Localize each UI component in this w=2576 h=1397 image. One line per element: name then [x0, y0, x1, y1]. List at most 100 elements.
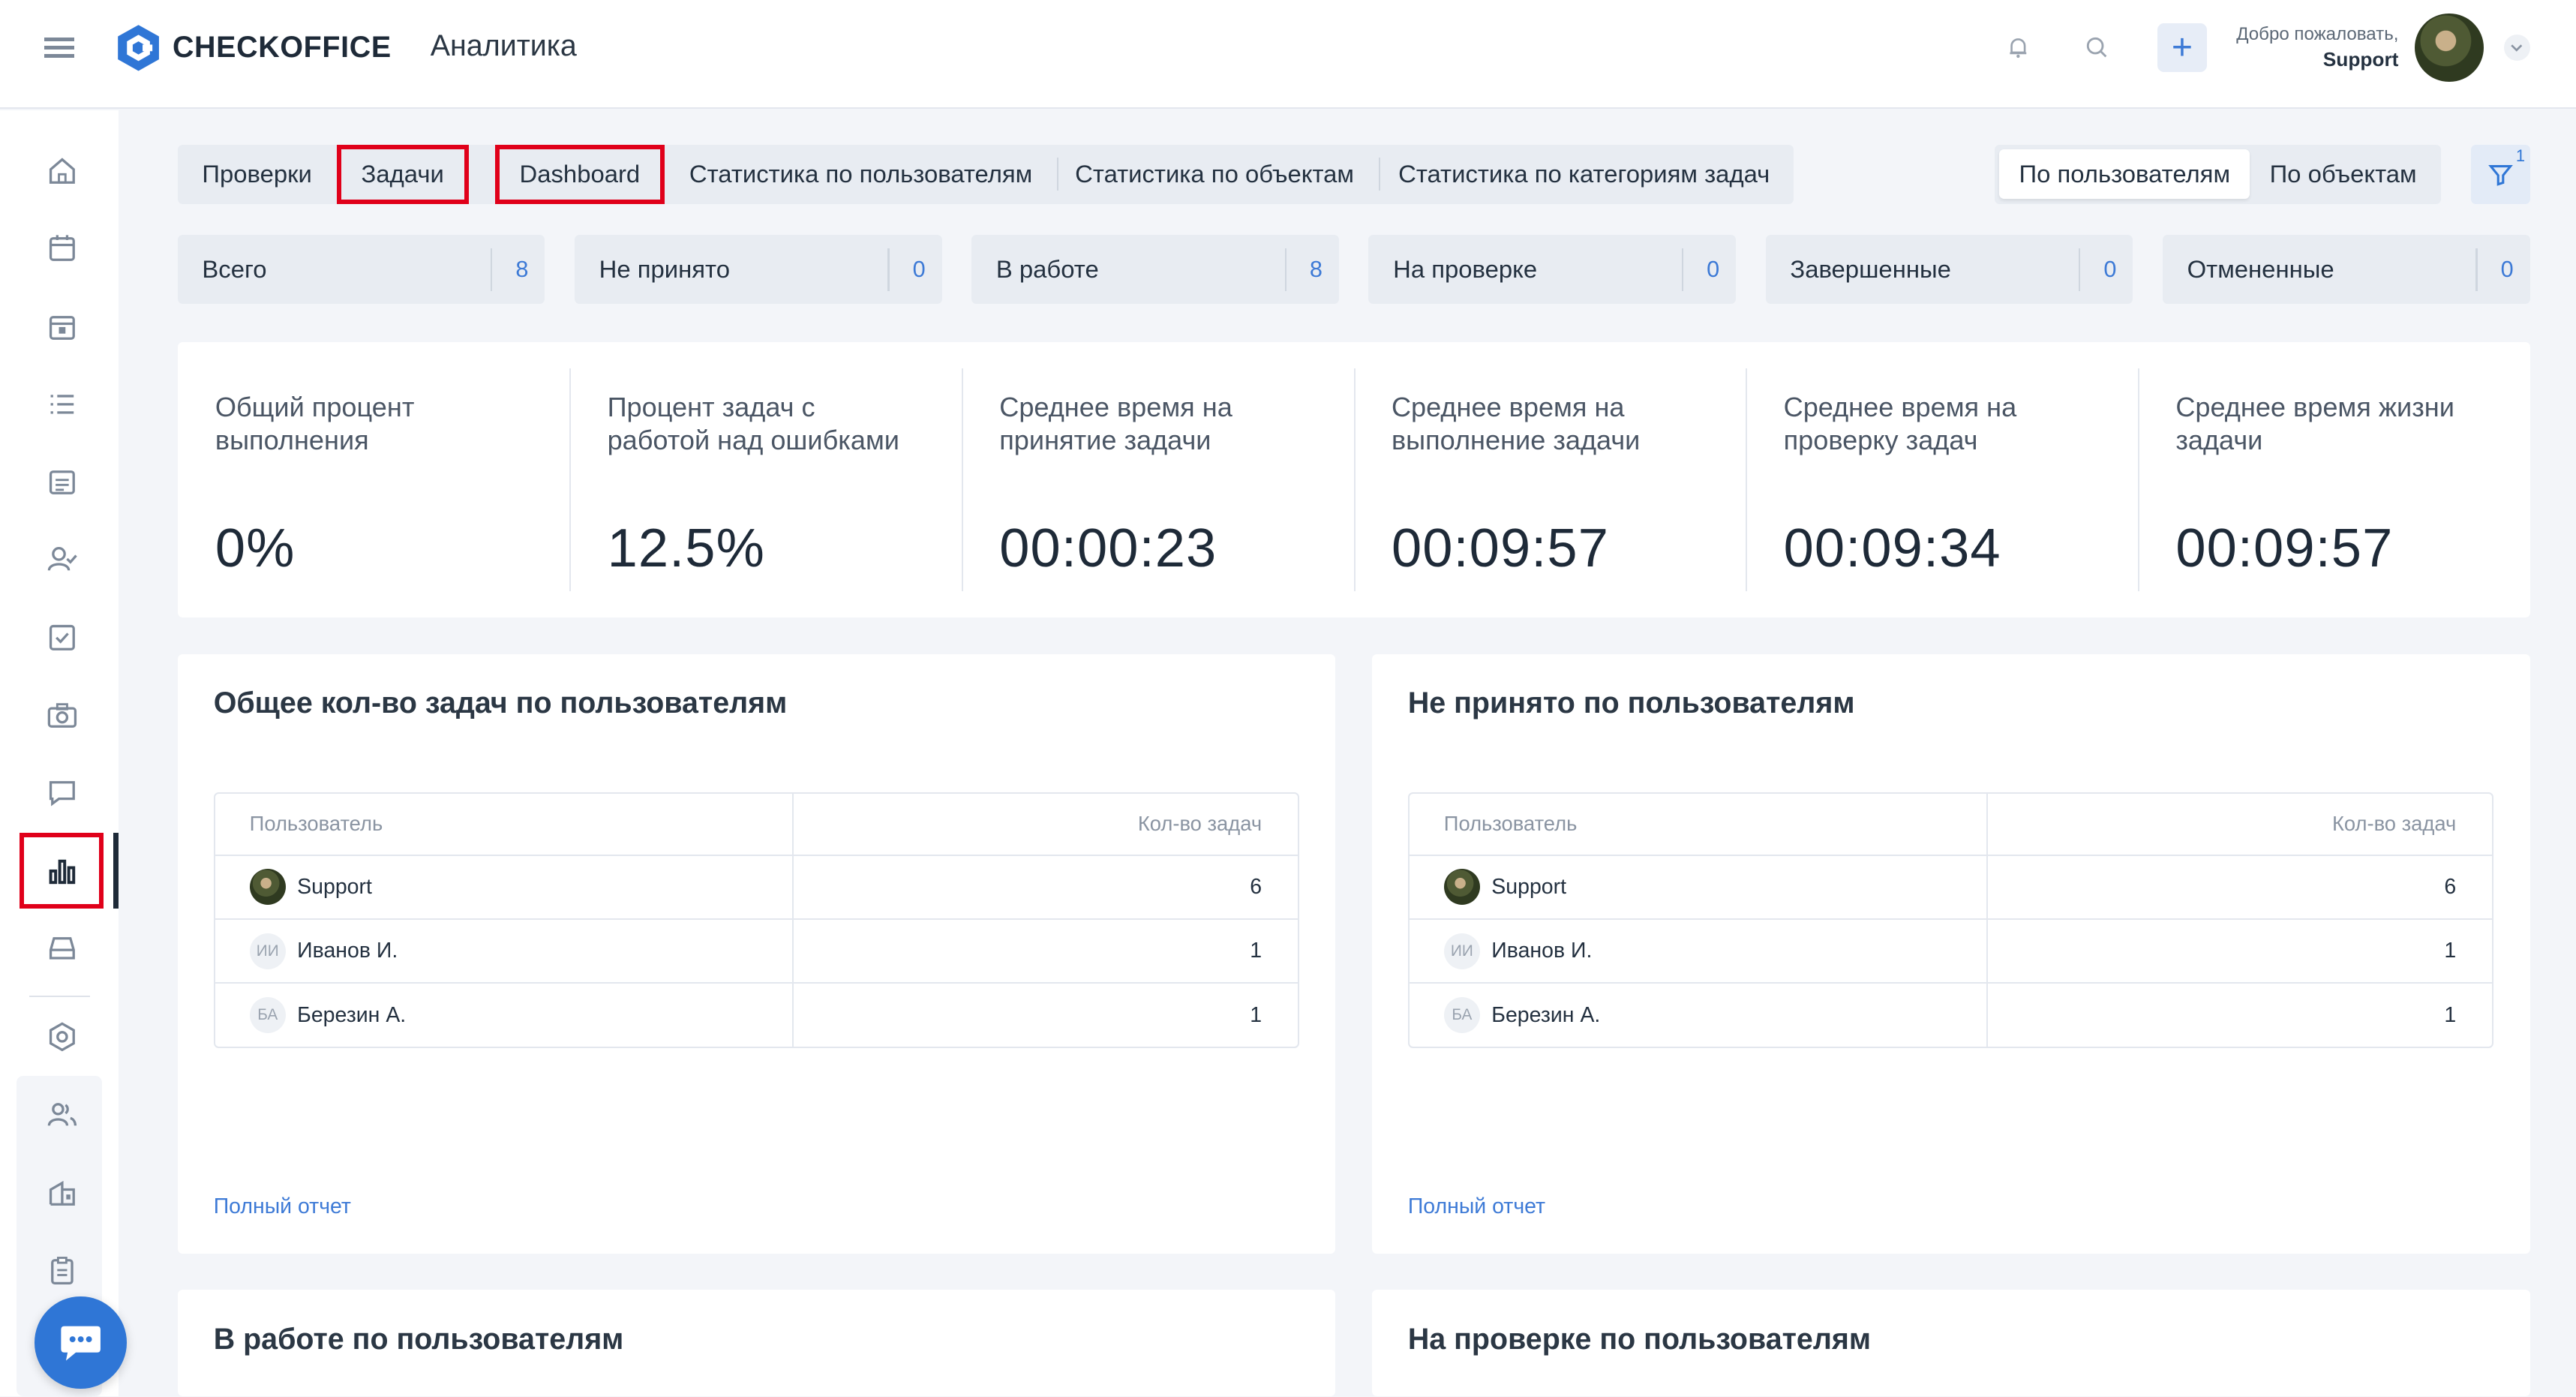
menu-icon[interactable] [44, 33, 77, 59]
page-title: Аналитика [430, 29, 577, 63]
full-report-link[interactable]: Полный отчет [1408, 1194, 1545, 1219]
full-report-link[interactable]: Полный отчет [214, 1194, 351, 1219]
stat-cancelled[interactable]: Отмененные 0 [2162, 235, 2530, 305]
tab-category-stats[interactable]: Статистика по категориям задач [1378, 145, 1794, 204]
stat-value: 0 [2500, 256, 2514, 282]
clipboard-icon[interactable] [44, 1252, 80, 1288]
table-row[interactable]: БА Березин А. 1 [1409, 982, 2493, 1047]
user-name: Support [2322, 48, 2399, 71]
analytics-icon[interactable] [44, 853, 80, 889]
card-total-tasks-by-user: Общее кол-во задач по пользователям Поль… [177, 653, 1336, 1254]
bell-icon[interactable] [2000, 29, 2036, 65]
checkbox-icon[interactable] [44, 620, 80, 656]
stat-total[interactable]: Всего 8 [177, 235, 545, 305]
column-header-user[interactable]: Пользователь [215, 793, 794, 855]
inbox-icon[interactable] [44, 930, 80, 966]
kpi-lifetime: Среднее время жизни задачи 00:09:57 [2137, 368, 2530, 592]
logo[interactable]: CHECKOFFICE [116, 23, 391, 73]
home-icon[interactable] [44, 153, 80, 189]
user-name: Березин А. [297, 1002, 407, 1027]
stat-on-review[interactable]: На проверке 0 [1368, 235, 1737, 305]
avatar-initials: БА [249, 997, 286, 1034]
schedule-icon[interactable] [44, 464, 80, 500]
search-icon[interactable] [2079, 29, 2115, 65]
toggle-by-objects[interactable]: По объектам [2250, 149, 2436, 199]
calendar-event-icon[interactable] [44, 309, 80, 345]
add-button[interactable]: + [2157, 23, 2207, 73]
list-icon[interactable] [44, 386, 80, 422]
table-row[interactable]: ИИ Иванов И. 1 [215, 918, 1299, 983]
welcome-text: Добро пожаловать, [2236, 23, 2399, 44]
calendar-icon[interactable] [44, 230, 80, 266]
chat-bubble-icon [61, 1326, 101, 1361]
task-count: 1 [2444, 939, 2457, 963]
avatar [1443, 869, 1480, 906]
chat-icon[interactable] [44, 774, 80, 810]
table-row[interactable]: БА Березин А. 1 [215, 982, 1299, 1047]
table-row[interactable]: ИИ Иванов И. 1 [1409, 918, 2493, 983]
stat-label: Не принято [599, 255, 730, 284]
support-chat-button[interactable] [34, 1296, 127, 1389]
kpi-value: 00:00:23 [999, 518, 1217, 578]
stat-value: 0 [912, 256, 926, 282]
tab-checks[interactable]: Проверки [178, 145, 337, 204]
kpi-value: 00:09:57 [2175, 518, 2394, 578]
users-table: Пользователь Кол-во задач Support 6 ИИ Ив… [213, 792, 1300, 1048]
kpi-execution-time: Среднее время на выполнение задачи 00:09:… [1353, 368, 1746, 592]
kpi-completion-percent: Общий процент выполнения 0% [178, 368, 570, 592]
stat-not-accepted[interactable]: Не принято 0 [574, 235, 942, 305]
user-name: Иванов И. [297, 939, 398, 963]
column-header-user[interactable]: Пользователь [1410, 793, 1988, 855]
card-on-review-by-user: На проверке по пользователям [1371, 1290, 2530, 1397]
chevron-down-icon[interactable] [2503, 34, 2530, 62]
tab-dashboard[interactable]: Dashboard [495, 145, 665, 204]
user-check-icon[interactable] [44, 540, 80, 576]
users-icon[interactable] [44, 1096, 80, 1132]
tab-tasks[interactable]: Задачи [337, 145, 469, 204]
stat-label: Завершенные [1790, 255, 1951, 284]
toggle-by-users[interactable]: По пользователям [1999, 149, 2250, 199]
user-name: Березин А. [1491, 1002, 1601, 1027]
stat-completed[interactable]: Завершенные 0 [1765, 235, 2133, 305]
analytics-tabs: Проверки Задачи Dashboard Статистика по … [177, 144, 1794, 204]
kpi-title: Среднее время на принятие задачи [999, 392, 1232, 455]
card-title: Общее кол-во задач по пользователям [213, 686, 788, 720]
user-name: Иванов И. [1491, 939, 1593, 963]
settings-icon[interactable] [44, 1019, 80, 1055]
tab-user-stats[interactable]: Статистика по пользователям [665, 145, 1057, 204]
camera-icon[interactable] [44, 697, 80, 733]
building-icon[interactable] [44, 1175, 80, 1211]
card-title: В работе по пользователям [213, 1322, 624, 1356]
kpi-review-time: Среднее время на проверку задач 00:09:34 [1746, 368, 2138, 592]
kpi-value: 0% [215, 518, 296, 578]
filter-icon [2487, 164, 2513, 186]
stat-value: 0 [1707, 256, 1720, 282]
column-header-count[interactable]: Кол-во задач [1988, 794, 2493, 855]
kpi-value: 12.5% [607, 518, 765, 578]
stat-label: Всего [202, 255, 267, 284]
tab-object-stats[interactable]: Статистика по объектам [1057, 145, 1379, 204]
card-in-progress-by-user: В работе по пользователям [177, 1290, 1336, 1397]
task-count: 6 [2444, 874, 2457, 899]
filter-button[interactable]: 1 [2470, 144, 2530, 204]
brand-name: CHECKOFFICE [172, 31, 392, 64]
task-count: 1 [1250, 1002, 1262, 1027]
stat-value: 0 [2103, 256, 2117, 282]
table-row[interactable]: Support 6 [1409, 854, 2493, 918]
stat-in-progress[interactable]: В работе 8 [971, 235, 1339, 305]
kpi-title: Процент задач с работой над ошибками [607, 392, 899, 455]
card-not-accepted-by-user: Не принято по пользователям Пользователь… [1371, 653, 2530, 1254]
kpi-accept-time: Среднее время на принятие задачи 00:00:23 [961, 368, 1354, 592]
table-row[interactable]: Support 6 [215, 854, 1299, 918]
stat-label: Отмененные [2187, 255, 2334, 284]
user-name: Support [297, 874, 372, 899]
kpi-value: 00:09:57 [1391, 518, 1609, 578]
sidebar-divider [29, 996, 91, 998]
avatar[interactable] [2415, 13, 2484, 83]
column-header-count[interactable]: Кол-во задач [794, 794, 1299, 855]
kpi-value: 00:09:34 [1783, 518, 2001, 578]
avatar-initials: БА [1443, 997, 1480, 1034]
table-header: Пользователь Кол-во задач [1410, 793, 2493, 855]
avatar-initials: ИИ [249, 933, 286, 969]
welcome-block: Добро пожаловать, Support [2236, 24, 2398, 71]
